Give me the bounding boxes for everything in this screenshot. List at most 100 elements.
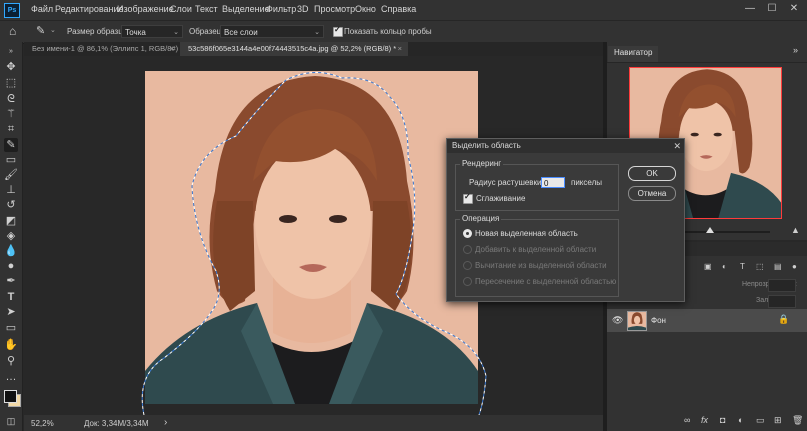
layer-style-icon[interactable]: fx [701,415,708,425]
tab-document-2[interactable]: 53c586f065e3144a4e00f74443515c4a.jpg @ 5… [180,42,408,56]
tab-navigator[interactable]: Навигатор [608,46,659,62]
subtract-selection-label: Вычитание из выделенной области [475,261,607,270]
menu-file[interactable]: Файл [31,4,53,14]
menu-view[interactable]: Просмотр [314,4,355,14]
radio-new-selection[interactable] [463,229,472,238]
visibility-eye-icon[interactable]: 👁 [612,315,623,326]
pen-tool-icon[interactable]: ✒ [4,274,18,288]
layer-thumbnail-image [628,312,646,330]
sample-label: Образец: [189,27,224,36]
magic-wand-tool-icon[interactable]: ⚚ [4,107,18,121]
select-area-dialog: Выделить область ✕ Рендеринг Радиус раст… [446,138,685,302]
quick-mask-icon[interactable]: ◫ [4,414,18,428]
chevron-down-icon: ⌄ [314,29,320,36]
menu-help[interactable]: Справка [381,4,416,14]
brush-tool-icon[interactable]: 🖌 [4,168,18,182]
cancel-button[interactable]: Отмена [628,186,676,201]
fill-field[interactable] [768,295,796,308]
marquee-tool-icon[interactable]: ⬚ [4,76,18,90]
healing-tool-icon[interactable]: ▭ [4,153,18,167]
maximize-icon[interactable]: ☐ [765,2,779,16]
show-ring-label: Показать кольцо пробы [344,27,432,36]
menu-filter[interactable]: Фильтр [266,4,296,14]
eyedropper-tool-icon[interactable]: ✎ [36,24,45,37]
filter-pixel-icon[interactable]: ▣ [704,262,712,271]
antialias-checkbox[interactable] [463,192,473,204]
layer-row-background[interactable]: 👁 Фон 🔒 [607,309,807,332]
dodge-tool-icon[interactable]: ● [4,259,18,273]
close-window-icon[interactable]: ✕ [787,2,801,16]
menu-bar: Ps Файл Редактирование Изображение Слои … [0,0,807,20]
eyedropper-tool-icon[interactable]: ✎ [4,138,18,152]
sample-select[interactable]: Все слои ⌄ [220,25,324,38]
collapse-panels-icon[interactable]: » [793,45,798,55]
add-mask-icon[interactable]: ◘ [720,415,725,425]
close-tab-icon[interactable]: × [398,42,402,56]
blur-tool-icon[interactable]: 💧 [4,244,18,258]
feather-unit: пикселы [571,178,602,187]
layer-filter-icons: ▣ ◐ T ⬚ ▤ ● [688,262,804,274]
path-select-icon[interactable]: ➤ [4,305,18,319]
photoshop-logo: Ps [4,3,20,18]
menu-select[interactable]: Выделение [222,4,270,14]
menu-layers[interactable]: Слои [170,4,192,14]
feather-input[interactable]: 0 [541,177,565,188]
collapse-icon[interactable]: » [4,45,18,59]
hand-tool-icon[interactable]: ✋ [4,338,18,352]
dialog-titlebar[interactable]: Выделить область ✕ [447,139,684,153]
eraser-tool-icon[interactable]: ◩ [4,214,18,228]
tab-label: 53c586f065e3144a4e00f74443515c4a.jpg @ 5… [188,44,397,53]
crop-tool-icon[interactable]: ⌗ [4,122,18,136]
tool-preset-chevron-icon[interactable]: ⌄ [50,26,56,34]
filter-type-icon[interactable]: T [740,262,745,271]
delete-layer-icon[interactable]: 🗑 [792,415,803,426]
intersect-selection-label: Пересечение с выделенной областью [475,277,617,286]
lasso-tool-icon[interactable]: ᘓ [4,92,18,106]
type-tool-icon[interactable]: T [4,290,18,304]
sample-size-select[interactable]: Точка ⌄ [121,25,183,38]
status-menu-arrow-icon[interactable]: › [164,417,167,428]
radio-add-selection[interactable] [463,245,472,254]
radio-intersect-selection[interactable] [463,277,472,286]
new-layer-icon[interactable]: ⊞ [774,415,782,426]
menu-3d[interactable]: 3D [297,4,309,14]
zoom-in-icon[interactable]: ▲ [791,225,800,235]
sample-value: Все слои [224,28,258,37]
menu-type[interactable]: Текст [195,4,218,14]
close-tab-icon[interactable]: × [170,42,174,56]
show-ring-checkbox[interactable] [333,25,343,37]
new-group-icon[interactable]: ▭ [756,415,765,426]
zoom-slider-handle[interactable] [706,227,714,233]
zoom-level[interactable]: 52,2% [31,419,54,428]
adjustment-layer-icon[interactable]: ◐ [738,415,743,425]
filter-adjustment-icon[interactable]: ◐ [722,262,727,271]
add-selection-label: Добавить к выделенной области [475,245,597,254]
lock-icon[interactable]: 🔒 [778,314,789,325]
filter-smart-icon[interactable]: ▤ [774,262,782,271]
close-icon[interactable]: ✕ [673,139,681,153]
menu-edit[interactable]: Редактирование [55,4,124,14]
opacity-field[interactable] [768,279,796,292]
stamp-tool-icon[interactable]: ⊥ [4,183,18,197]
history-brush-icon[interactable]: ↺ [4,198,18,212]
chevron-down-icon: ⌄ [173,29,179,36]
more-tools-icon[interactable]: … [4,370,18,384]
radio-subtract-selection[interactable] [463,261,472,270]
layer-name[interactable]: Фон [651,316,666,325]
menu-image[interactable]: Изображение [117,4,174,14]
bucket-tool-icon[interactable]: ◈ [4,229,18,243]
ok-button[interactable]: OK [628,166,676,181]
filter-toggle-icon[interactable]: ● [792,262,797,271]
menu-window[interactable]: Окно [355,4,376,14]
link-layers-icon[interactable]: ∞ [684,415,690,425]
zoom-tool-icon[interactable]: ⚲ [4,354,18,368]
minimize-icon[interactable]: — [743,2,757,16]
home-icon[interactable]: ⌂ [9,24,16,38]
new-selection-label: Новая выделенная область [475,229,578,238]
shape-tool-icon[interactable]: ▭ [4,321,18,335]
tab-document-1[interactable]: Без имени-1 @ 86,1% (Эллипс 1, RGB/8#) × [24,42,180,56]
filter-shape-icon[interactable]: ⬚ [756,262,764,271]
background-color-swatch[interactable] [4,390,17,403]
move-tool-icon[interactable]: ✥ [4,60,18,74]
tab-label: Без имени-1 @ 86,1% (Эллипс 1, RGB/8#) [32,44,179,53]
